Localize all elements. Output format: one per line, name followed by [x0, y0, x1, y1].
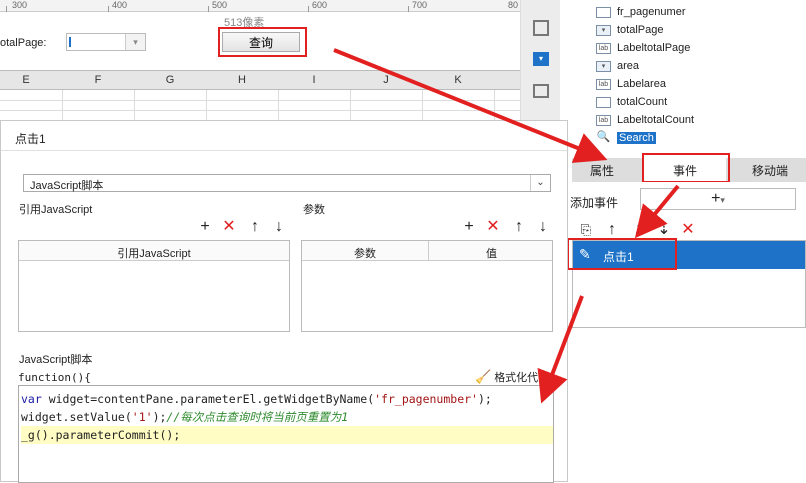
annotation-arrows	[333, 48, 680, 404]
arrow-to-code	[537, 295, 584, 404]
arrow-to-events-tab	[333, 48, 608, 163]
arrow-to-event-item	[634, 184, 680, 239]
